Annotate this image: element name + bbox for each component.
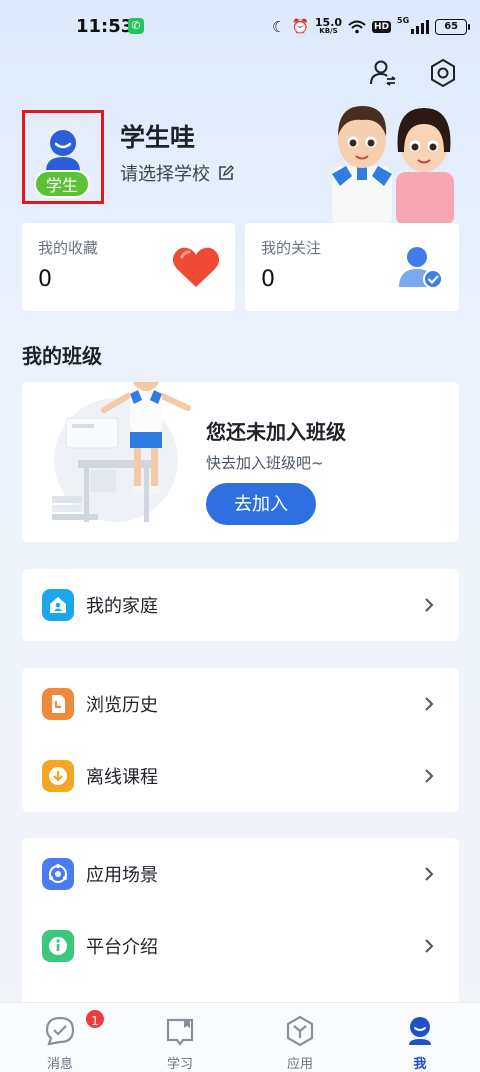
account-switch-icon[interactable] [368,58,398,88]
network-type: 5G [397,16,410,25]
chevron-right-icon [425,769,434,783]
moon-icon: ☾ [272,18,286,36]
menu-item-offline[interactable]: 离线课程 [22,740,459,812]
menu-item-about-label: 平台介绍 [86,937,158,958]
menu-item-scenes[interactable]: 应用场景 [22,838,459,910]
wifi-icon [348,20,366,34]
home-icon [42,589,74,621]
user-name: 学生哇 [120,123,196,152]
tab-me[interactable]: 我 [372,1003,468,1072]
net-speed-value: 15.0 [314,16,343,29]
message-badge: 1 [84,1008,106,1030]
status-time: 11:53 [76,16,134,37]
menu-item-about[interactable]: 平台介绍 [22,910,459,982]
students-illustration [332,106,454,226]
chevron-right-icon [425,598,434,612]
book-icon [166,1018,194,1046]
tab-apps[interactable]: 应用 [252,1003,348,1072]
status-bar: 11:53 ✆ ☾ ⏰ 15.0 KB/S HD 5G 65 [0,0,480,56]
following-card[interactable]: 我的关注 0 [245,223,459,311]
tab-study[interactable]: 学习 [132,1003,228,1072]
message-icon [45,1016,75,1046]
status-indicators: ☾ ⏰ 15.0 KB/S HD 5G 65 [272,16,471,38]
class-empty-subtitle: 快去加入班级吧~ [206,454,324,472]
chevron-right-icon [425,939,434,953]
chevron-right-icon [425,697,434,711]
favorites-label: 我的收藏 [38,239,99,257]
following-label: 我的关注 [261,239,322,257]
edit-icon [219,165,234,180]
info-icon [42,930,74,962]
bottom-tab-bar: 1 消息 学习 应用 我 [0,1002,480,1072]
tab-messages-label: 消息 [46,1057,73,1072]
tab-me-label: 我 [413,1057,427,1072]
scene-icon [42,858,74,890]
battery-icon: 65 [435,19,471,35]
join-class-button[interactable]: 去加入 [206,483,316,525]
tab-apps-label: 应用 [286,1057,313,1072]
my-class-title: 我的班级 [22,344,102,368]
menu-item-family-label: 我的家庭 [86,596,158,617]
user-check-icon [399,247,443,289]
family-menu-card: 我的家庭 [22,569,459,641]
avatar[interactable]: 学生 [22,110,104,204]
net-speed: 15.0 KB/S [314,16,343,36]
gear-icon[interactable] [428,58,458,88]
favorites-count: 0 [38,267,52,292]
role-badge: 学生 [34,170,90,198]
class-empty-title: 您还未加入班级 [206,420,346,444]
following-count: 0 [261,267,275,292]
net-speed-unit: KB/S [319,27,338,35]
menu-item-scenes-label: 应用场景 [86,865,158,886]
chevron-right-icon [425,867,434,881]
signal-icon [411,20,430,34]
menu-item-history-label: 浏览历史 [86,695,158,716]
download-icon [42,760,74,792]
favorites-card[interactable]: 我的收藏 0 [22,223,235,311]
hd-icon: HD [372,21,392,33]
tab-study-label: 学习 [166,1057,193,1072]
student-at-desk-illustration [52,382,191,522]
apps-icon [286,1015,314,1047]
menu-item-history[interactable]: 浏览历史 [22,668,459,740]
info-menu-card: 应用场景 平台介绍 [22,838,459,1018]
tab-messages[interactable]: 1 消息 [12,1003,108,1072]
heart-icon [172,247,220,287]
school-select[interactable]: 请选择学校 [120,160,234,186]
phone-call-icon: ✆ [128,18,144,34]
history-icon [42,688,74,720]
alarm-icon: ⏰ [291,19,309,35]
menu-item-family[interactable]: 我的家庭 [22,569,459,641]
history-menu-card: 浏览历史 离线课程 [22,668,459,812]
user-icon [409,1017,431,1045]
menu-item-offline-label: 离线课程 [86,767,158,788]
class-card: 您还未加入班级 快去加入班级吧~ 去加入 [22,382,459,542]
school-select-label: 请选择学校 [120,164,210,185]
